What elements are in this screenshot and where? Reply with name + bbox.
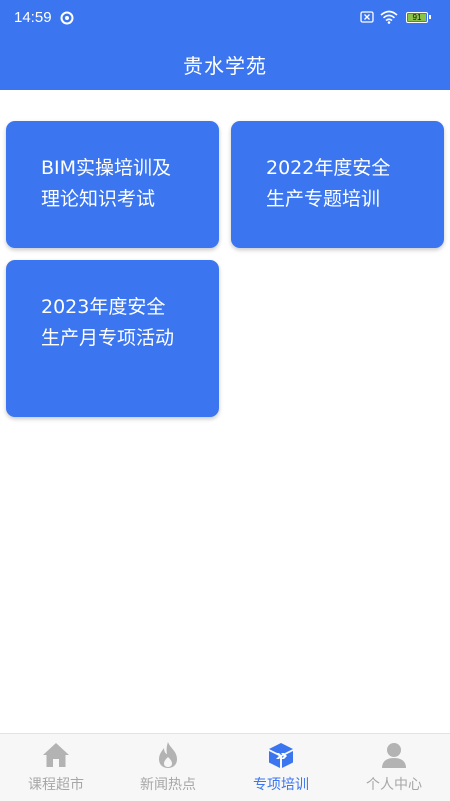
nav-label: 个人中心 (366, 777, 422, 793)
app-header: 14:59 91 贵水学苑 (0, 0, 450, 90)
nav-personal-center[interactable]: 个人中心 (338, 734, 450, 801)
nav-label: 课程超市 (28, 777, 84, 793)
training-box-icon (269, 743, 293, 768)
sync-icon (60, 11, 74, 25)
card-2023-safety-month[interactable]: 2023年度安全生产月专项活动 (6, 260, 219, 417)
card-2022-safety-training[interactable]: 2022年度安全生产专题培训 (231, 121, 444, 248)
nav-label: 专项培训 (253, 777, 309, 793)
battery-icon: 91 (406, 12, 431, 23)
nav-special-training[interactable]: 专项培训 (225, 734, 337, 801)
nav-label: 新闻热点 (140, 777, 196, 793)
bottom-nav: 课程超市 新闻热点 专项培训 个人中心 (0, 733, 450, 801)
wifi-icon (380, 10, 398, 24)
status-time: 14:59 (14, 9, 52, 26)
flame-icon (159, 742, 177, 768)
sim-off-icon (360, 11, 374, 23)
card-bim-training[interactable]: BIM实操培训及理论知识考试 (6, 121, 219, 248)
battery-level: 91 (408, 14, 426, 22)
training-card-grid: BIM实操培训及理论知识考试 2022年度安全生产专题培训 2023年度安全生产… (6, 121, 444, 417)
nav-news-hot[interactable]: 新闻热点 (112, 734, 224, 801)
person-icon (382, 743, 406, 768)
home-icon (43, 743, 69, 767)
nav-course-market[interactable]: 课程超市 (0, 734, 112, 801)
status-bar: 14:59 91 (0, 0, 450, 36)
page-title: 贵水学苑 (183, 54, 267, 78)
